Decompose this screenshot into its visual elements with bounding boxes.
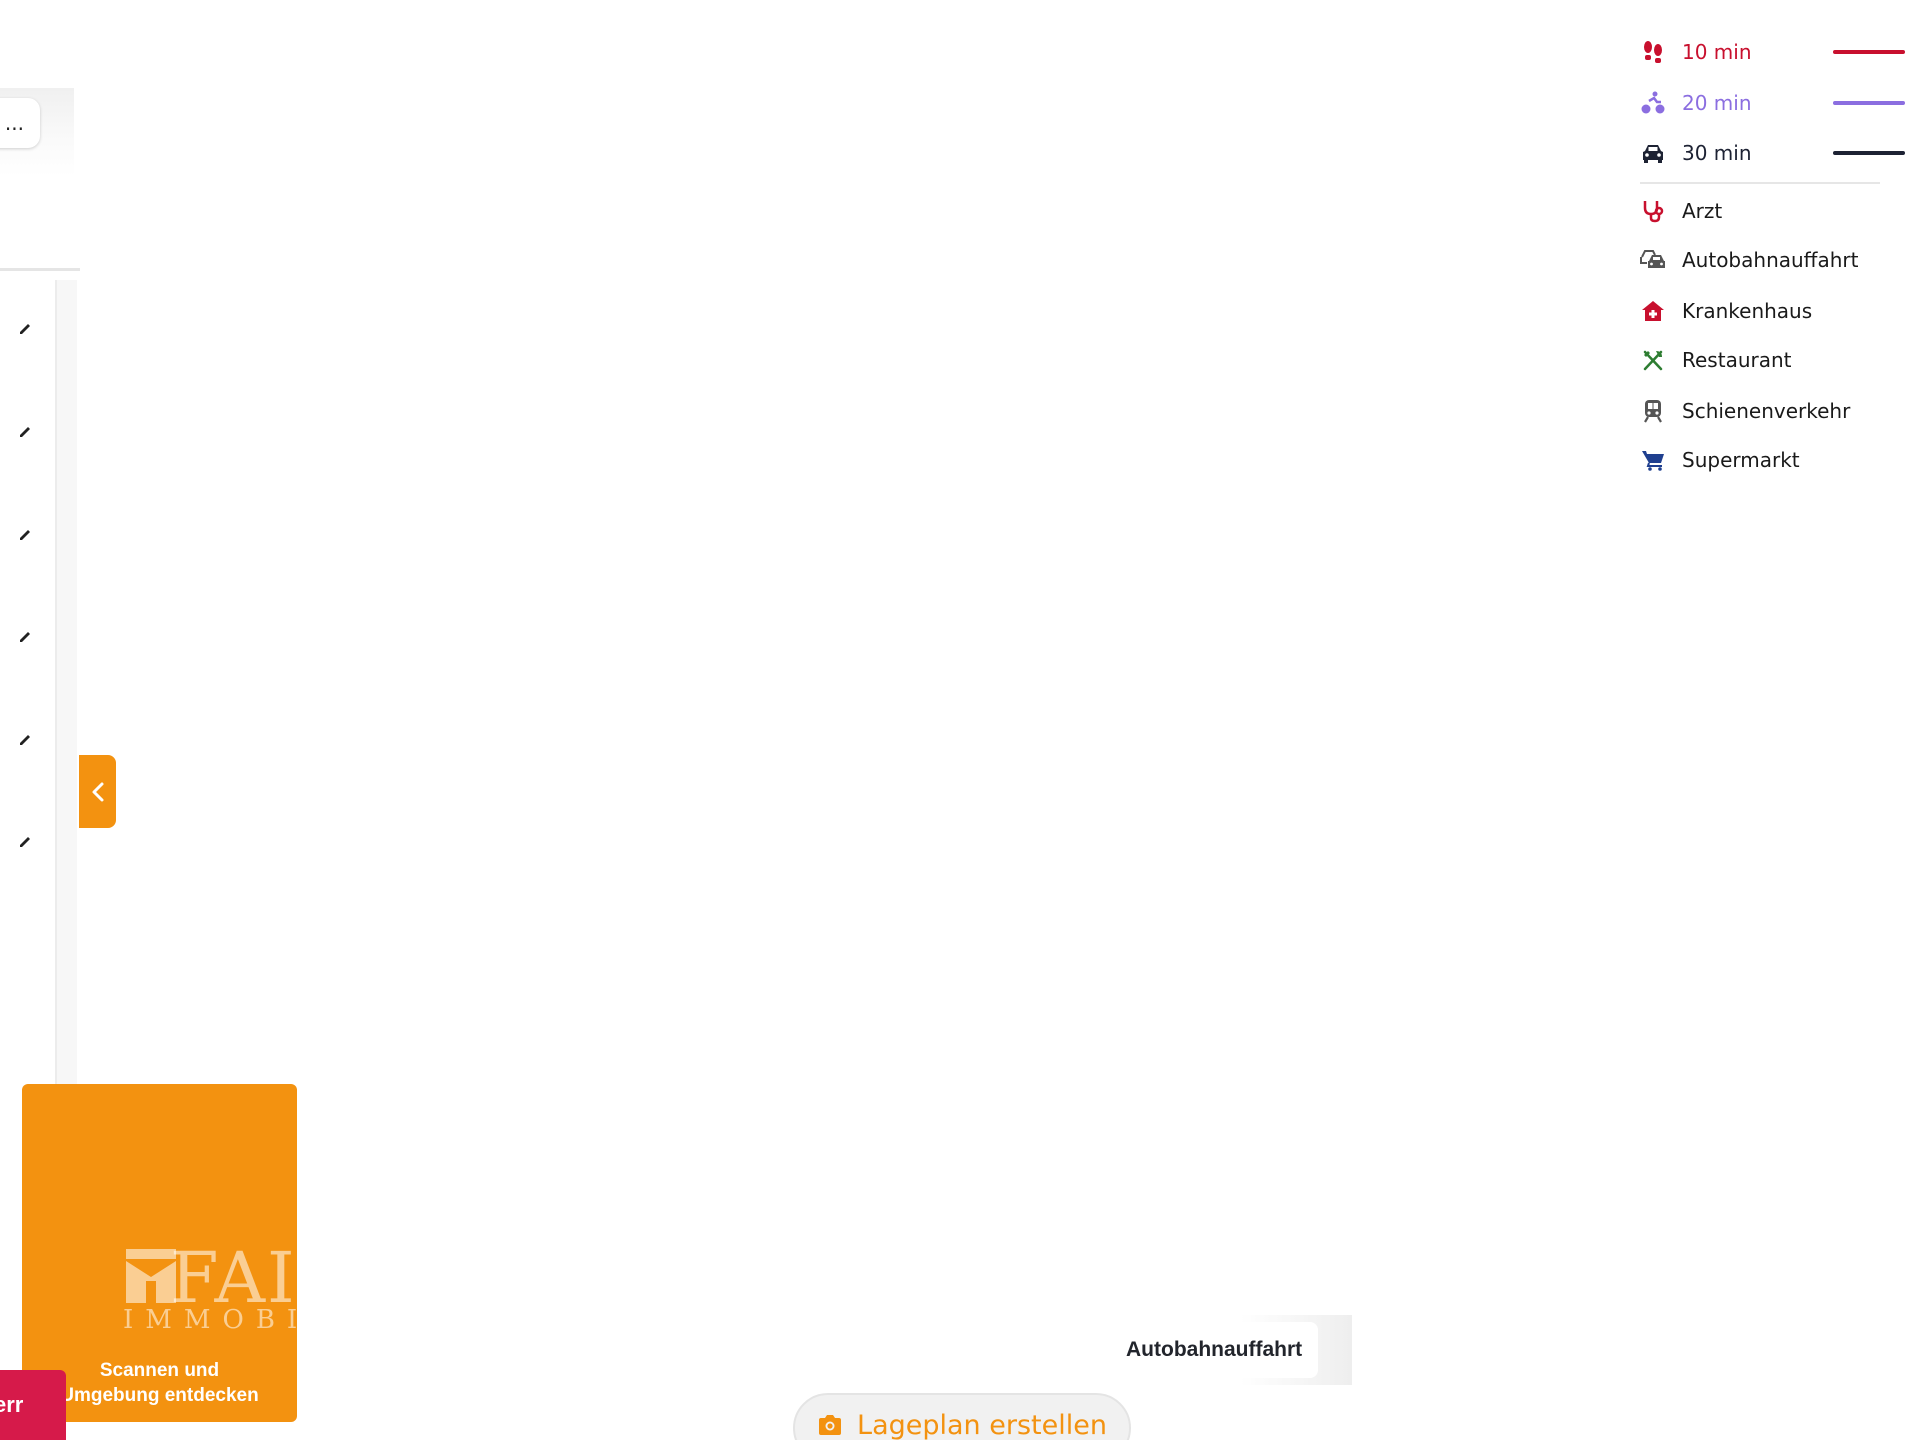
highway-cars-icon	[1640, 247, 1666, 273]
poi-label-arzt: Arzt	[1682, 199, 1723, 223]
poi-label-krankenhaus: Krankenhaus	[1682, 299, 1813, 323]
map-marker-label[interactable]: Autobahnauffahrt	[1110, 1322, 1319, 1378]
shopping-cart-icon	[1640, 447, 1666, 473]
address-search-input[interactable]: ...	[0, 98, 40, 148]
edit-icon[interactable]	[18, 731, 34, 747]
edit-icon[interactable]	[18, 423, 34, 439]
create-site-plan-button[interactable]: Lageplan erstellen	[793, 1393, 1131, 1440]
edit-icon[interactable]	[18, 320, 34, 336]
legend-car-row[interactable]: 30 min	[1630, 133, 1905, 173]
legend-poi-schienenverkehr[interactable]: Schienenverkehr	[1630, 391, 1890, 431]
logo-subtitle: IMMOBIL	[123, 1305, 297, 1335]
cycling-isochrone-line	[1833, 101, 1905, 105]
legend-poi-krankenhaus[interactable]: Krankenhaus	[1630, 291, 1890, 331]
car-isochrone-line	[1833, 151, 1905, 155]
search-input-value: ...	[4, 111, 24, 135]
utensils-icon	[1640, 347, 1666, 373]
camera-icon	[819, 1415, 842, 1435]
cycling-icon	[1640, 90, 1666, 116]
create-site-plan-label: Lageplan erstellen	[857, 1409, 1107, 1440]
poi-label-supermarkt: Supermarkt	[1682, 448, 1800, 472]
poi-label-restaurant: Restaurant	[1682, 348, 1792, 372]
legend-poi-supermarkt[interactable]: Supermarkt	[1630, 440, 1890, 480]
walking-icon	[1640, 39, 1666, 65]
collapse-sidebar-button[interactable]	[79, 755, 116, 828]
legend-car-label: 30 min	[1682, 141, 1752, 165]
poi-label-autobahnauffahrt: Autobahnauffahrt	[1682, 248, 1859, 272]
primary-action-label: err	[0, 1392, 24, 1417]
edit-icon[interactable]	[18, 526, 34, 542]
map-page: ... Scannen und Umgebung entdecken FAI I…	[0, 0, 1920, 1440]
primary-action-button[interactable]: err	[0, 1370, 66, 1440]
sidebar-divider	[0, 268, 80, 271]
map-marker-text: Autobahnauffahrt	[1126, 1338, 1303, 1361]
train-icon	[1640, 398, 1666, 424]
legend-cycling-label: 20 min	[1682, 91, 1752, 115]
poi-label-schienenverkehr: Schienenverkehr	[1682, 399, 1851, 423]
legend-poi-restaurant[interactable]: Restaurant	[1630, 340, 1890, 380]
hospital-icon	[1640, 298, 1666, 324]
car-icon	[1640, 140, 1666, 166]
legend-divider	[1640, 182, 1880, 184]
stethoscope-icon	[1640, 198, 1666, 224]
legend-poi-autobahnauffahrt[interactable]: Autobahnauffahrt	[1630, 240, 1890, 280]
edit-icon[interactable]	[18, 628, 34, 644]
walking-isochrone-line	[1833, 50, 1905, 54]
legend-poi-arzt[interactable]: Arzt	[1630, 191, 1890, 231]
legend-walking-row[interactable]: 10 min	[1630, 32, 1905, 72]
edit-icon[interactable]	[18, 833, 34, 849]
legend-walking-label: 10 min	[1682, 40, 1752, 64]
legend-cycling-row[interactable]: 20 min	[1630, 83, 1905, 123]
chevron-left-icon	[92, 782, 103, 801]
